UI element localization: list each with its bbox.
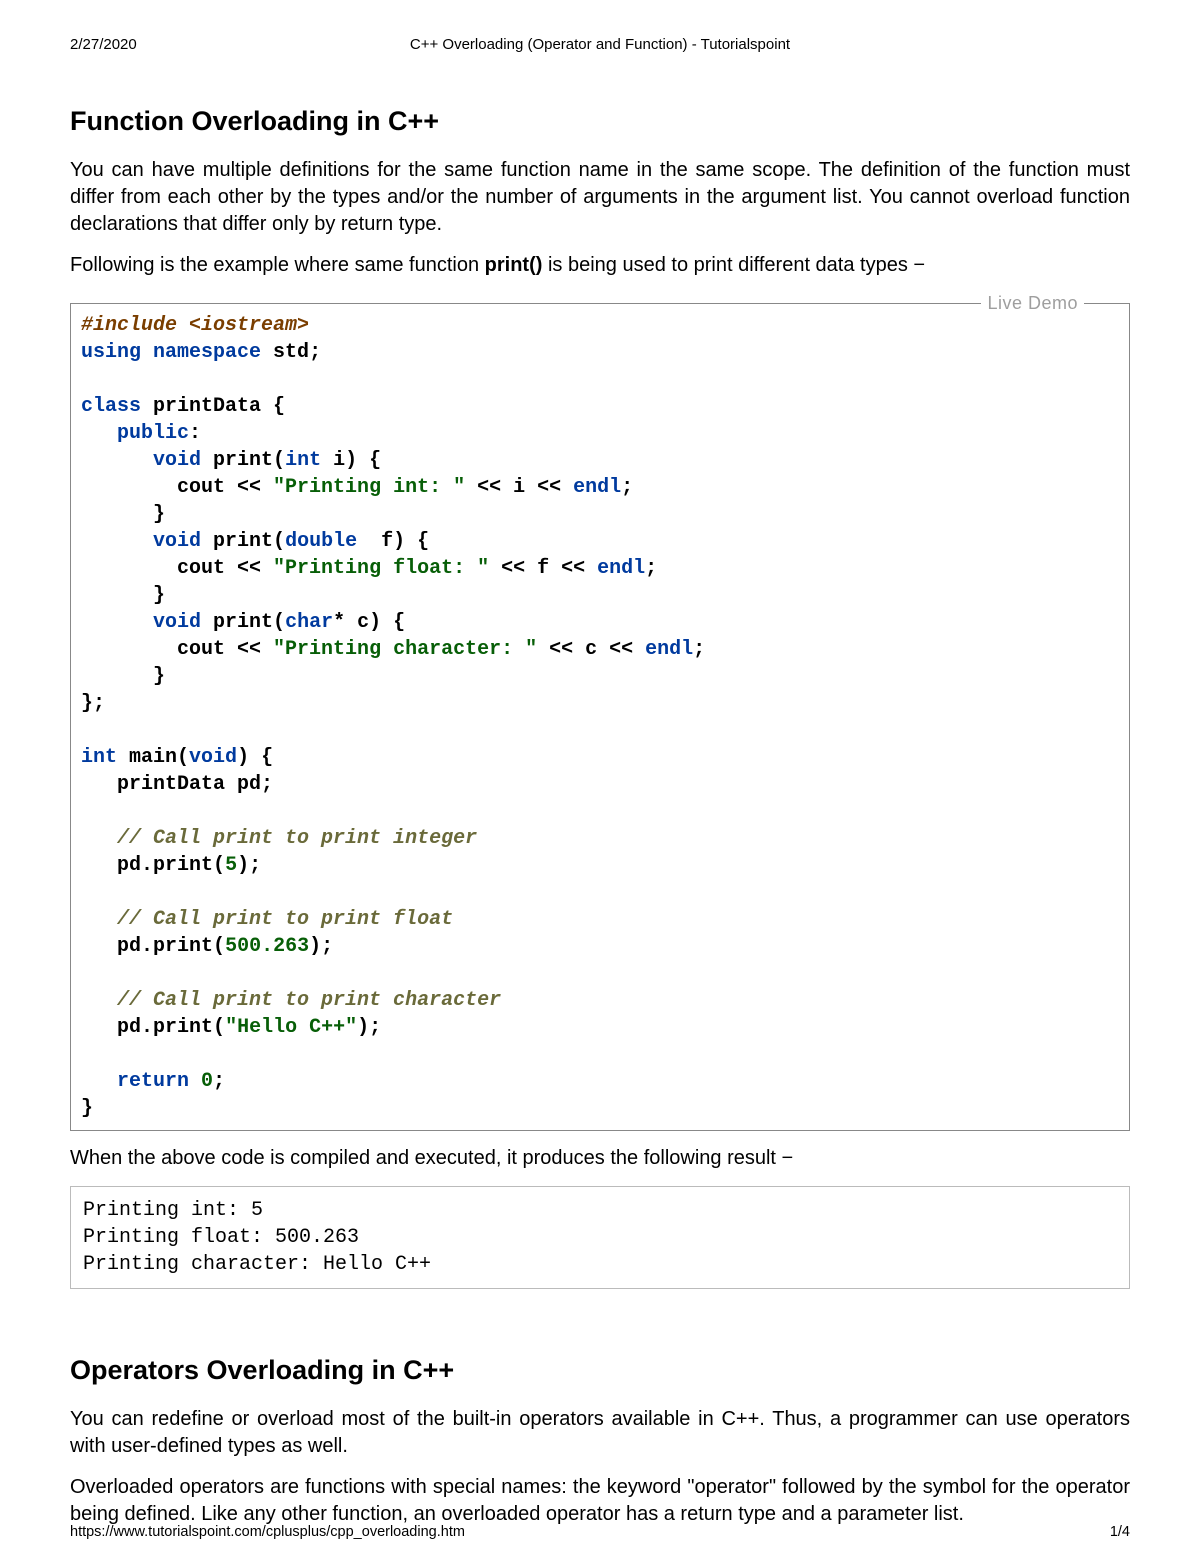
code-block: #include <iostream> using namespace std;… [70,303,1130,1131]
paragraph-op-overload-2: Overloaded operators are functions with … [70,1474,1130,1528]
print-title: C++ Overloading (Operator and Function) … [0,36,1200,53]
code-block-wrapper: Live Demo #include <iostream> using name… [70,303,1130,1131]
para2-bold: print() [485,254,543,276]
footer-page-number: 1/4 [1110,1524,1130,1540]
paragraph-op-overload-1: You can redefine or overload most of the… [70,1406,1130,1460]
paragraph-example-intro: Following is the example where same func… [70,252,1130,279]
heading-function-overloading: Function Overloading in C++ [70,106,1130,137]
para2-pre: Following is the example where same func… [70,254,485,276]
output-block: Printing int: 5 Printing float: 500.263 … [70,1186,1130,1289]
heading-operator-overloading: Operators Overloading in C++ [70,1355,1130,1386]
footer-url: https://www.tutorialspoint.com/cplusplus… [70,1524,465,1540]
paragraph-result-intro: When the above code is compiled and exec… [70,1145,1130,1172]
page-footer: https://www.tutorialspoint.com/cplusplus… [70,1524,1130,1540]
paragraph-func-overload-intro: You can have multiple definitions for th… [70,157,1130,238]
para2-post: is being used to print different data ty… [542,254,925,276]
page: 2/27/2020 C++ Overloading (Operator and … [0,0,1200,1562]
live-demo-link[interactable]: Live Demo [981,293,1084,314]
